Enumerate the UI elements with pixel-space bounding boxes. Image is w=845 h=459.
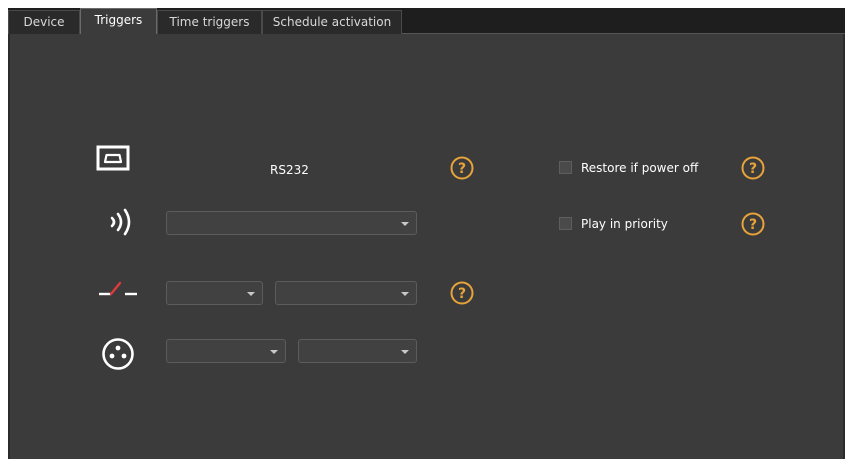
restore-power-off-help-icon[interactable]: ? bbox=[741, 156, 765, 180]
svg-text:?: ? bbox=[749, 217, 757, 233]
rs232-label: RS232 bbox=[270, 163, 309, 177]
chevron-down-icon bbox=[247, 292, 255, 296]
tab-device[interactable]: Device bbox=[8, 10, 80, 34]
infrared-icon bbox=[110, 208, 131, 236]
chevron-down-icon bbox=[270, 350, 278, 354]
contact-dropdown-1[interactable] bbox=[166, 281, 263, 305]
tab-schedule-activation[interactable]: Schedule activation bbox=[262, 10, 402, 34]
svg-text:?: ? bbox=[458, 286, 466, 302]
restore-power-off-checkbox[interactable] bbox=[559, 161, 572, 174]
dmx-dropdown-2[interactable] bbox=[298, 339, 417, 363]
tab-triggers[interactable]: Triggers bbox=[80, 8, 157, 35]
svg-text:?: ? bbox=[749, 161, 757, 177]
contact-switch-icon bbox=[99, 281, 137, 296]
restore-power-off-label: Restore if power off bbox=[581, 161, 699, 175]
ir-trigger-dropdown[interactable] bbox=[166, 211, 417, 235]
tab-bar: Device Triggers Time triggers Schedule a… bbox=[8, 8, 845, 35]
dmx-dropdown-1[interactable] bbox=[166, 339, 286, 363]
contact-dropdown-2[interactable] bbox=[275, 281, 417, 305]
triggers-panel: RS232 ? Restore if power off ? Play in p… bbox=[10, 34, 843, 459]
tab-time-triggers[interactable]: Time triggers bbox=[157, 10, 262, 34]
app-window: Device Triggers Time triggers Schedule a… bbox=[8, 8, 845, 459]
play-in-priority-checkbox[interactable] bbox=[559, 217, 572, 230]
contact-help-icon[interactable]: ? bbox=[450, 281, 474, 305]
svg-text:?: ? bbox=[458, 161, 466, 177]
play-in-priority-help-icon[interactable]: ? bbox=[741, 212, 765, 236]
chevron-down-icon bbox=[401, 350, 409, 354]
chevron-down-icon bbox=[401, 222, 409, 226]
play-in-priority-label: Play in priority bbox=[581, 217, 668, 231]
chevron-down-icon bbox=[401, 292, 409, 296]
rs232-help-icon[interactable]: ? bbox=[450, 156, 474, 180]
serial-port-icon bbox=[96, 145, 130, 171]
dmx-connector-icon bbox=[102, 338, 134, 370]
